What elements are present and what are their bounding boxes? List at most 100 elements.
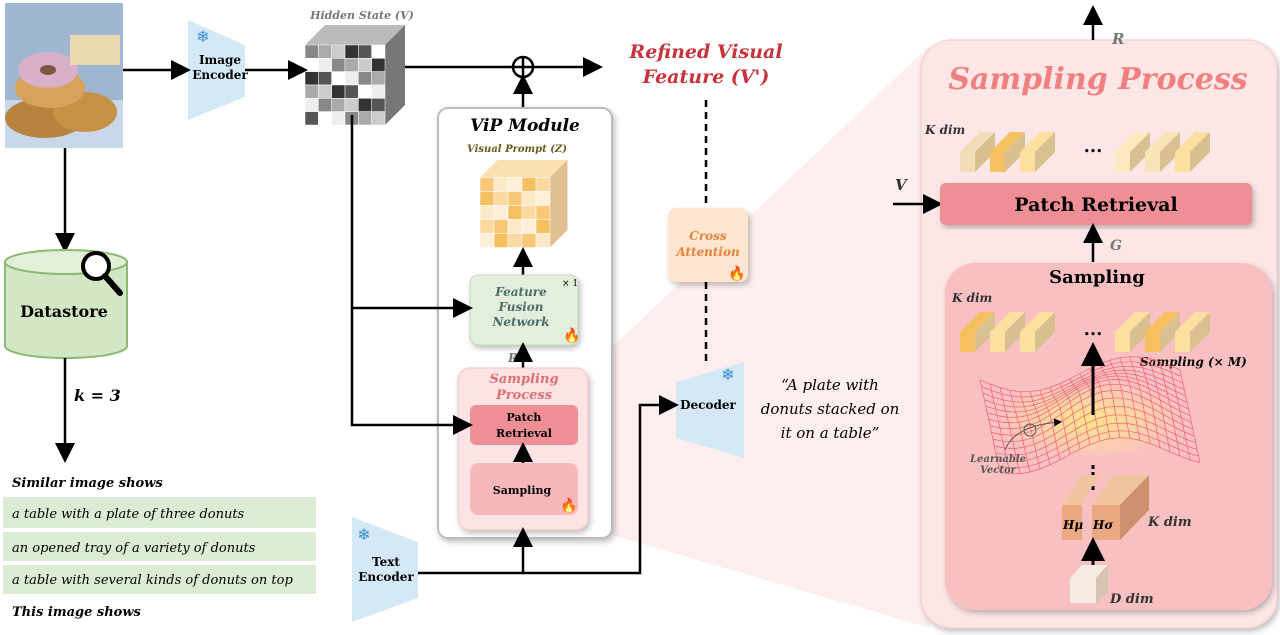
cube-cell bbox=[304, 58, 319, 72]
decoder-label: Decoder bbox=[680, 398, 736, 412]
hidden-state-label: Hidden State (V) bbox=[309, 9, 414, 22]
k-dim-label: K dim bbox=[951, 291, 992, 305]
cube-cell bbox=[493, 191, 509, 206]
cross-attention-label: Cross bbox=[689, 229, 727, 243]
cube-cell bbox=[344, 84, 359, 99]
k-label: k = 3 bbox=[74, 386, 121, 405]
sampling-process-label: Sampling bbox=[489, 372, 558, 387]
r-label: R bbox=[507, 351, 518, 365]
cube-cell bbox=[304, 98, 319, 112]
cube-cell bbox=[507, 233, 523, 248]
patch-retrieval-title: Patch Retrieval bbox=[1014, 194, 1177, 216]
vector-bar-front bbox=[1175, 332, 1190, 352]
fire-icon: 🔥 bbox=[560, 497, 577, 514]
cube-cell bbox=[479, 205, 495, 220]
sampling-times-label: Sampling (× M) bbox=[1140, 355, 1247, 369]
cube-cell bbox=[493, 205, 509, 220]
cube-cell bbox=[479, 177, 495, 192]
vector-bar-front bbox=[960, 152, 975, 172]
cube-cell bbox=[304, 111, 319, 126]
fire-icon: 🔥 bbox=[728, 265, 745, 282]
cube-cell bbox=[318, 71, 332, 86]
cube-cell bbox=[493, 177, 509, 192]
k-dim-label: K dim bbox=[924, 123, 965, 137]
this-image-footer: This image shows bbox=[12, 605, 142, 620]
cube-cell bbox=[371, 58, 386, 72]
snowflake-icon: ❄ bbox=[721, 365, 734, 384]
cube-cell bbox=[358, 71, 372, 86]
sampling-process-label-2: Process bbox=[495, 388, 553, 403]
ellipsis: ... bbox=[1084, 319, 1103, 340]
sampling-title: Sampling bbox=[1049, 267, 1145, 288]
cube-cell bbox=[358, 111, 372, 126]
cube-cell bbox=[493, 219, 509, 234]
cube-cell bbox=[331, 98, 346, 112]
caption-line-3: it on a table” bbox=[781, 424, 880, 442]
cube-cell bbox=[358, 58, 372, 72]
cube-cell bbox=[358, 98, 372, 112]
fusion-label-2: Fusion bbox=[497, 300, 543, 314]
cross-attention-label-2: Attention bbox=[675, 245, 739, 259]
patch-retrieval-label: Patch bbox=[507, 411, 542, 424]
ellipsis: ... bbox=[1084, 136, 1103, 157]
vip-architecture-diagram: ❄ Image Encoder Hidden State (V) Refined… bbox=[0, 0, 1280, 635]
cube-cell bbox=[318, 58, 332, 72]
cube-cell bbox=[371, 44, 386, 59]
vector-bar-front bbox=[1145, 332, 1160, 352]
cube-cell bbox=[479, 219, 495, 234]
vip-module-title: ViP Module bbox=[470, 116, 580, 136]
output-r-label: R bbox=[1111, 30, 1124, 48]
cube-cell bbox=[535, 177, 551, 192]
cube-cell bbox=[344, 71, 359, 86]
k-dim-label: K dim bbox=[1147, 515, 1192, 530]
cube-cell bbox=[535, 219, 551, 234]
caption-line-2: donuts stacked on bbox=[761, 400, 900, 418]
learnable-label: Learnable bbox=[969, 454, 1026, 465]
fusion-multiplier: × 1 bbox=[562, 279, 578, 289]
cube-cell bbox=[535, 191, 551, 206]
cube-cell bbox=[331, 58, 346, 72]
vector-bar-front bbox=[1020, 152, 1035, 172]
datastore-label: Datastore bbox=[20, 302, 108, 321]
cube-cell bbox=[304, 71, 319, 86]
fusion-label-3: Network bbox=[491, 315, 549, 329]
cube-cell bbox=[493, 233, 509, 248]
retrieved-caption: a table with several kinds of donuts on … bbox=[12, 573, 293, 588]
cube-cell bbox=[344, 58, 359, 72]
retrieved-caption: an opened tray of a variety of donuts bbox=[12, 541, 256, 556]
vector-bar-front bbox=[990, 152, 1005, 172]
cube-cell bbox=[535, 205, 551, 220]
cube-cell bbox=[371, 111, 386, 126]
visual-prompt-label: Visual Prompt (Z) bbox=[467, 144, 567, 155]
vector-bar-front bbox=[1115, 332, 1130, 352]
learnable-label-2: Vector bbox=[980, 465, 1017, 476]
vector-bar-front bbox=[960, 332, 975, 352]
cube-cell bbox=[507, 177, 523, 192]
cube-cell bbox=[318, 84, 332, 99]
hidden-state-cube bbox=[304, 25, 405, 126]
patch-retrieval-label-2: Retrieval bbox=[496, 427, 552, 440]
similar-image-header: Similar image shows bbox=[12, 476, 163, 491]
vector-bar-front bbox=[1145, 152, 1160, 172]
cube-cell bbox=[344, 44, 359, 59]
cube-cell bbox=[521, 177, 537, 192]
cube-cell bbox=[331, 84, 346, 99]
h-sigma-label: Hσ bbox=[1092, 518, 1113, 532]
cube-cell bbox=[479, 233, 495, 248]
cube-cell bbox=[535, 233, 551, 248]
snowflake-icon: ❄ bbox=[357, 525, 370, 544]
text-encoder-label-2: Encoder bbox=[358, 570, 414, 584]
image-encoder-label-2: Encoder bbox=[192, 68, 248, 82]
snowflake-icon: ❄ bbox=[196, 27, 209, 46]
vector-bar-front bbox=[1020, 332, 1035, 352]
cube-cell bbox=[318, 111, 332, 126]
cube-cell bbox=[318, 44, 332, 59]
d-dim-label: D dim bbox=[1109, 592, 1154, 607]
cube-cell bbox=[331, 111, 346, 126]
detail-panel-title: Sampling Process bbox=[948, 62, 1247, 97]
cube-cell bbox=[521, 205, 537, 220]
refined-feature-label: Refined Visual bbox=[628, 41, 782, 63]
image-encoder-label: Image bbox=[199, 53, 241, 67]
vector-bar-front bbox=[1115, 152, 1130, 172]
v-label: V bbox=[895, 176, 908, 194]
